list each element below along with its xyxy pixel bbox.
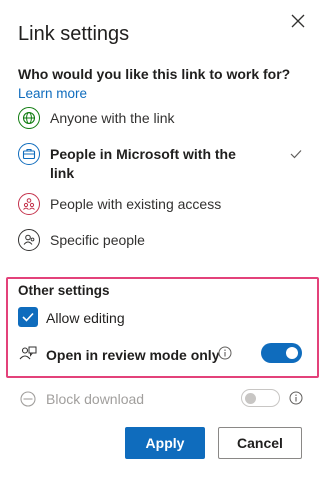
person-icon — [18, 229, 40, 251]
briefcase-icon — [18, 143, 40, 165]
other-settings-heading: Other settings — [18, 283, 110, 298]
audience-question: Who would you like this link to work for… — [18, 66, 291, 82]
review-mode-icon — [19, 346, 37, 360]
option-specific-people[interactable]: Specific people — [18, 229, 308, 251]
globe-icon — [18, 107, 40, 129]
toggle-knob — [286, 347, 298, 359]
block-icon — [20, 391, 36, 407]
people-group-icon — [18, 193, 40, 215]
apply-button[interactable]: Apply — [125, 427, 205, 459]
allow-editing-checkbox[interactable] — [18, 307, 38, 327]
option-label: People with existing access — [50, 196, 222, 212]
option-label: Anyone with the link — [50, 110, 175, 126]
option-label: Specific people — [50, 232, 145, 248]
review-mode-toggle[interactable] — [261, 343, 302, 363]
info-icon[interactable] — [218, 346, 232, 360]
option-organization[interactable]: People in Microsoft with the link — [18, 143, 308, 183]
toggle-knob — [245, 393, 256, 404]
block-download-label: Block download — [46, 391, 145, 407]
dialog-title: Link settings — [18, 23, 130, 45]
cancel-button[interactable]: Cancel — [218, 427, 302, 459]
review-mode-label: Open in review mode only — [46, 347, 220, 363]
option-label: People in Microsoft with the link — [50, 146, 236, 181]
checkbox-check-icon — [22, 312, 34, 322]
learn-more-link[interactable]: Learn more — [18, 86, 87, 101]
checkmark-icon — [290, 150, 302, 159]
close-icon[interactable] — [288, 11, 308, 31]
allow-editing-label: Allow editing — [46, 310, 125, 326]
option-existing-access[interactable]: People with existing access — [18, 193, 308, 215]
block-download-toggle[interactable] — [241, 389, 280, 407]
option-anyone[interactable]: Anyone with the link — [18, 107, 308, 129]
info-icon[interactable] — [289, 391, 303, 405]
